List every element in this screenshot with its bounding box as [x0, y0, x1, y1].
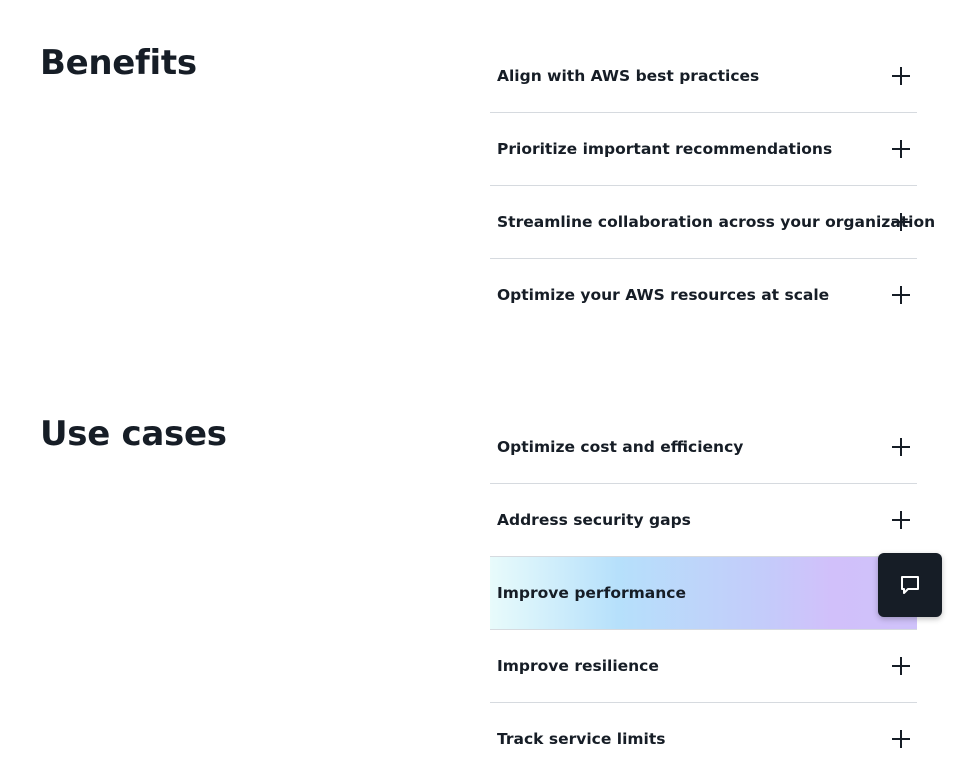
use-case-item-service-limits[interactable]: Track service limits — [490, 703, 917, 770]
use-case-item-cost[interactable]: Optimize cost and efficiency — [490, 411, 917, 484]
use-case-item-resilience[interactable]: Improve resilience — [490, 630, 917, 703]
accordion-item-label: Optimize your AWS resources at scale — [497, 286, 830, 304]
use-cases-title: Use cases — [40, 414, 227, 454]
page: Benefits Align with AWS best practices P… — [0, 0, 958, 770]
accordion-item-label: Align with AWS best practices — [497, 67, 760, 85]
use-case-item-performance[interactable]: Improve performance — [490, 557, 917, 630]
plus-icon — [892, 140, 910, 158]
benefits-item-align[interactable]: Align with AWS best practices — [490, 40, 917, 113]
accordion-item-label: Improve performance — [497, 584, 686, 602]
benefits-accordion: Align with AWS best practices Prioritize… — [490, 40, 935, 331]
accordion-item-label: Streamline collaboration across your org… — [497, 213, 936, 231]
benefits-item-optimize-resources[interactable]: Optimize your AWS resources at scale — [490, 259, 917, 331]
plus-icon — [892, 730, 910, 748]
use-case-item-security[interactable]: Address security gaps — [490, 484, 917, 557]
plus-icon — [892, 213, 910, 231]
benefits-title: Benefits — [40, 43, 197, 83]
accordion-item-label: Address security gaps — [497, 511, 691, 529]
plus-icon — [892, 657, 910, 675]
use-cases-accordion: Optimize cost and efficiency Address sec… — [490, 411, 917, 770]
plus-icon — [892, 438, 910, 456]
accordion-item-label: Optimize cost and efficiency — [497, 438, 744, 456]
chat-icon — [901, 576, 919, 594]
accordion-item-label: Track service limits — [497, 730, 666, 748]
plus-icon — [892, 511, 910, 529]
accordion-item-label: Improve resilience — [497, 657, 659, 675]
chat-button[interactable] — [878, 553, 942, 617]
benefits-item-prioritize[interactable]: Prioritize important recommendations — [490, 113, 917, 186]
accordion-item-label: Prioritize important recommendations — [497, 140, 833, 158]
plus-icon — [892, 286, 910, 304]
plus-icon — [892, 67, 910, 85]
benefits-item-streamline[interactable]: Streamline collaboration across your org… — [490, 186, 935, 259]
